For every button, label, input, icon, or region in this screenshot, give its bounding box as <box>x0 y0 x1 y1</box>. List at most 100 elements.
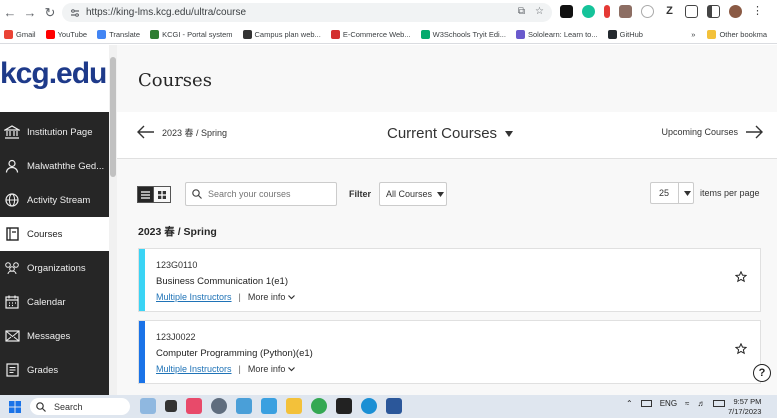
caret-down-icon <box>505 130 514 137</box>
list-view-button[interactable] <box>137 186 154 203</box>
view-toggle <box>137 186 171 203</box>
bookmark-item[interactable]: KCGI - Portal system <box>150 29 233 39</box>
items-per-page-value: 25 <box>659 188 670 198</box>
search-icon <box>36 401 46 412</box>
bookmark-favicon-icon <box>150 29 160 39</box>
more-info-button[interactable]: More info <box>248 364 295 374</box>
bookmark-item[interactable]: Gmail <box>4 29 36 39</box>
instructors-link[interactable]: Multiple Instructors <box>156 292 232 302</box>
course-card[interactable]: 123G0110 Business Communication 1(e1) Mu… <box>138 248 761 312</box>
settings-icon[interactable] <box>211 398 227 414</box>
snipping-tool-icon[interactable] <box>186 398 202 414</box>
wifi-icon[interactable]: ≈ <box>685 399 689 408</box>
windows-taskbar: Search ⌃ ENG ≈ ♬ 9:57 PM 7/17/2023 <box>0 395 777 418</box>
kcg-logo[interactable]: kcg.edu <box>0 57 107 91</box>
course-name[interactable]: Business Communication 1(e1) <box>156 276 288 287</box>
sidebar-item-messages[interactable]: Messages <box>0 319 109 353</box>
courses-icon <box>3 225 21 243</box>
sidebar-item-courses[interactable]: Courses <box>0 217 109 251</box>
course-card[interactable]: 123J0022 Computer Programming (Python)(e… <box>138 320 761 384</box>
caret-down-icon <box>684 190 692 196</box>
course-color-bar <box>139 321 145 383</box>
paint-icon[interactable] <box>261 398 277 414</box>
chevron-up-icon[interactable]: ⌃ <box>626 399 633 408</box>
sidebar-item-label: Institution Page <box>27 126 93 138</box>
sidepanel-icon[interactable] <box>707 5 720 18</box>
site-info-icon[interactable] <box>70 8 80 18</box>
sidebar-scrollbar[interactable] <box>109 45 117 395</box>
caret-down-icon <box>437 191 445 197</box>
back-icon[interactable]: ← <box>0 5 20 20</box>
taskbar-clock[interactable]: 9:57 PM 7/17/2023 <box>728 397 761 416</box>
sidebar-item-activity[interactable]: Activity Stream <box>0 183 109 217</box>
search-icon <box>192 189 202 199</box>
chevron-right-icon: » <box>691 29 696 39</box>
terminal-icon[interactable] <box>336 398 352 414</box>
word-icon[interactable] <box>386 398 402 414</box>
chrome-icon[interactable] <box>311 398 327 414</box>
windows-start-icon[interactable] <box>9 401 21 413</box>
edge-icon[interactable] <box>361 398 377 414</box>
bookmark-favicon-icon <box>97 29 107 39</box>
widgets-icon[interactable] <box>140 398 156 414</box>
bookmark-item[interactable]: W3Schools Tryit Edi... <box>420 29 506 39</box>
scrollbar-thumb[interactable] <box>110 57 116 177</box>
forward-icon[interactable]: → <box>20 5 40 20</box>
battery-icon[interactable] <box>713 400 726 407</box>
instructors-link[interactable]: Multiple Instructors <box>156 364 232 374</box>
user-icon <box>3 157 21 175</box>
favorite-star-icon[interactable] <box>735 271 747 283</box>
bookmark-item[interactable]: Translate <box>97 29 140 39</box>
bookmark-item[interactable]: E-Commerce Web... <box>330 29 411 39</box>
bookmarks-bar: Gmail YouTube Translate KCGI - Portal syste… <box>0 25 777 44</box>
keyboard-icon[interactable] <box>640 400 652 407</box>
bookmark-item[interactable]: Campus plan web... <box>242 29 321 39</box>
address-bar[interactable]: https://king-lms.kcg.edu/ultra/course ⧉ … <box>62 3 552 22</box>
bookmarks-overflow-button[interactable]: » Other bookma <box>691 29 767 39</box>
grammarly-icon[interactable] <box>582 5 595 18</box>
sidebar-item-malwaththe[interactable]: Malwaththe Ged... <box>0 149 109 183</box>
eyedropper-icon[interactable] <box>619 5 632 18</box>
reload-icon[interactable]: ↻ <box>40 5 60 21</box>
compass-icon[interactable] <box>641 5 654 18</box>
more-info-label: More info <box>247 292 286 302</box>
more-info-button[interactable]: More info <box>248 292 295 302</box>
photos-icon[interactable] <box>236 398 252 414</box>
previous-term-button[interactable]: 2023 春 / Spring <box>137 125 227 139</box>
help-button[interactable]: ? <box>753 364 771 382</box>
bookmark-item[interactable]: Sololearn: Learn to... <box>515 29 598 39</box>
pin-icon[interactable] <box>604 5 610 18</box>
bookmark-item[interactable]: GitHub <box>607 29 643 39</box>
course-meta: Multiple Instructors | More info <box>156 364 295 374</box>
search-input[interactable] <box>208 189 328 199</box>
grades-icon <box>3 361 21 379</box>
profile-avatar[interactable] <box>729 5 742 18</box>
organizations-icon <box>3 259 21 277</box>
bookmark-star-icon[interactable]: ☆ <box>535 6 544 17</box>
sidebar-item-organizations[interactable]: Organizations <box>0 251 109 285</box>
browser-menu-icon[interactable]: ⋮ <box>751 5 764 18</box>
bookmark-item[interactable]: YouTube <box>45 29 87 39</box>
bookmark-favicon-icon <box>420 29 430 39</box>
clock-date: 7/17/2023 <box>728 406 762 416</box>
sidebar-item-calendar[interactable]: Calendar <box>0 285 109 319</box>
language-indicator[interactable]: ENG <box>660 399 677 408</box>
globe-icon <box>3 191 21 209</box>
taskbar-search[interactable]: Search <box>30 398 130 415</box>
current-term-dropdown[interactable]: Current Courses <box>387 125 514 142</box>
extensions-icon[interactable] <box>685 5 698 18</box>
items-per-page-dropdown[interactable]: 25 <box>650 182 694 204</box>
upcoming-courses-button[interactable]: Upcoming Courses <box>661 125 763 139</box>
file-explorer-icon[interactable] <box>286 398 302 414</box>
extension-icon[interactable] <box>560 5 573 18</box>
grid-view-button[interactable] <box>154 186 171 203</box>
filter-dropdown[interactable]: All Courses <box>379 182 447 206</box>
zotero-icon[interactable]: Z <box>663 5 676 18</box>
sidebar-item-institution[interactable]: Institution Page <box>0 115 109 149</box>
task-view-icon[interactable] <box>165 400 177 412</box>
course-name[interactable]: Computer Programming (Python)(e1) <box>156 348 313 359</box>
share-icon[interactable]: ⧉ <box>518 6 525 17</box>
volume-icon[interactable]: ♬ <box>697 399 705 408</box>
sidebar-item-grades[interactable]: Grades <box>0 353 109 387</box>
favorite-star-icon[interactable] <box>735 343 747 355</box>
